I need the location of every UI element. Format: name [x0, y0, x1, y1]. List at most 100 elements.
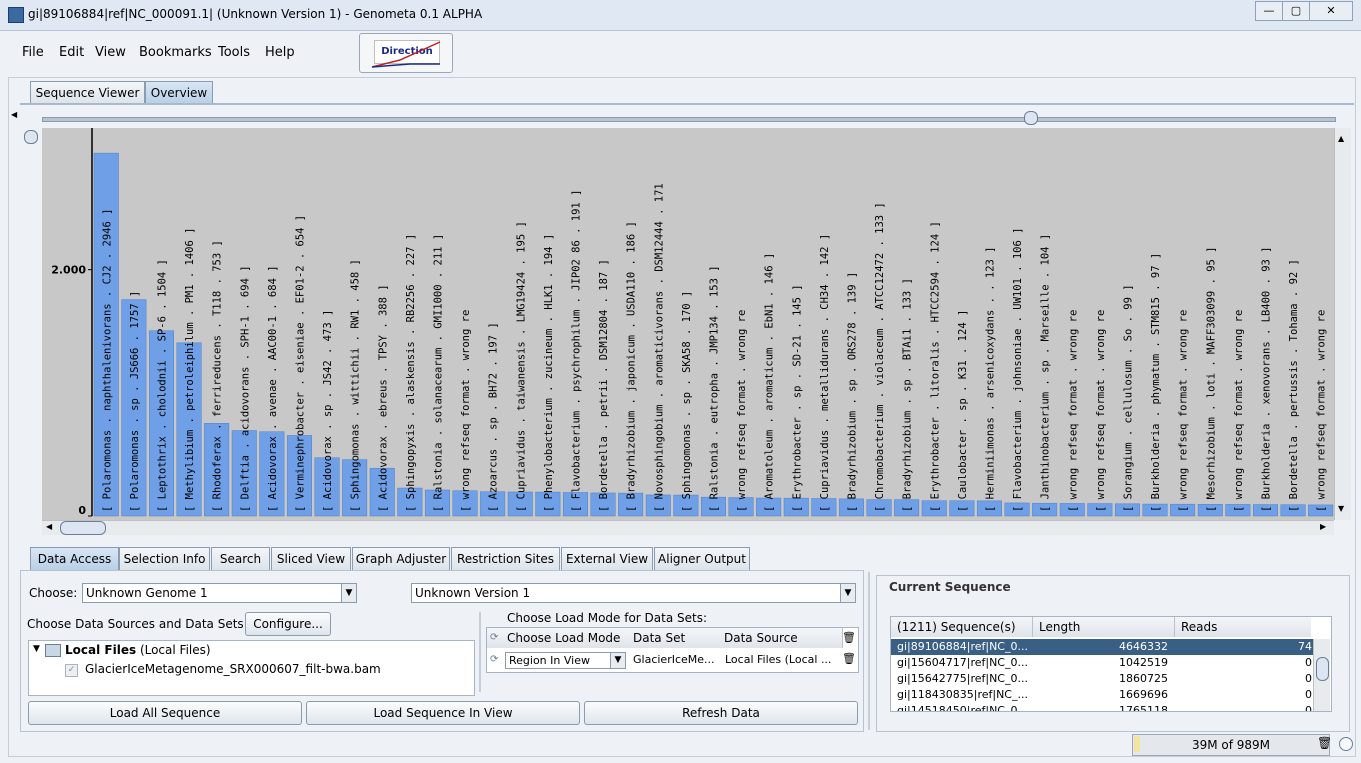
- bar-label: [ Bordetella . pertussis . Tohama . 92 ]: [1288, 259, 1300, 512]
- menu-tools[interactable]: Tools: [218, 45, 250, 60]
- direction-logo-button[interactable]: Direction: [359, 33, 453, 73]
- reads-cell: 0: [1305, 672, 1312, 685]
- bar-label: [ Aromatoleum . aromaticum . EbN1 . 146 …: [764, 253, 776, 512]
- bar-label: [ wrong refseq format . wrong re: [1316, 310, 1328, 512]
- tree-expand-icon[interactable]: ▼: [33, 644, 40, 654]
- scroll-left-icon[interactable]: ◀: [46, 522, 52, 531]
- minimize-button[interactable]: —: [1255, 1, 1283, 21]
- memory-usage-fill: [1134, 736, 1140, 752]
- zoom-slider-track[interactable]: [42, 117, 1336, 122]
- zoom-slider-thumb[interactable]: [1024, 111, 1038, 125]
- refresh-data-button[interactable]: Refresh Data: [584, 701, 858, 725]
- data-sources-label: Choose Data Sources and Data Sets:: [27, 617, 248, 631]
- bar-label: [ Ralstonia . solanacearum . GMI1000 . 2…: [432, 234, 444, 512]
- panel-divider[interactable]: [868, 572, 870, 730]
- refresh-icon: ⟳: [490, 632, 499, 643]
- trash-icon[interactable]: 🗑: [842, 631, 856, 644]
- scroll-right-icon[interactable]: ▶: [1320, 522, 1326, 531]
- bar-label: [ wrong refseq format . wrong re: [736, 310, 748, 512]
- tab-divider: [20, 103, 1354, 105]
- tree-file-item[interactable]: GlacierIceMetagenome_SRX000607_filt-bwa.…: [85, 662, 381, 676]
- bar-label: [ Azoarcus . sp . BH72 . 197 ]: [488, 322, 500, 512]
- bar-label: [ Erythrobacter . sp . SD-21 . 145 ]: [791, 284, 803, 512]
- configure-button[interactable]: Configure...: [245, 612, 331, 636]
- bar-label: [ Flavobacterium . psychrophilum . JIP02…: [570, 190, 582, 512]
- seq-cell: gi|15604717|ref|NC_0...: [897, 656, 1028, 669]
- reads-cell: 0: [1305, 688, 1312, 701]
- menu-help[interactable]: Help: [265, 45, 295, 60]
- tab-restriction-sites[interactable]: Restriction Sites: [451, 547, 560, 570]
- data-source-tree[interactable]: ▼ Local Files (Local Files) ✓ GlacierIce…: [28, 640, 475, 696]
- bar-label: [ wrong refseq format . wrong re: [1095, 310, 1107, 512]
- chart-horizontal-scrollbar[interactable]: ◀ ▶: [42, 520, 1334, 535]
- load-sequence-in-view-button[interactable]: Load Sequence In View: [306, 701, 580, 725]
- load-all-sequence-button[interactable]: Load All Sequence: [28, 701, 302, 725]
- vertical-zoom-thumb[interactable]: [24, 130, 38, 144]
- chevron-down-icon: ▼: [610, 653, 625, 668]
- tree-root-item[interactable]: Local Files (Local Files): [65, 643, 211, 657]
- bar-label: [ Rhodoferax . ferrireducens . T118 . 75…: [212, 240, 224, 512]
- chart-vertical-scrollbar[interactable]: ▲ ▼: [1334, 128, 1351, 520]
- bar-label: [ Bradyrhizobium . sp . BTAi1 . 133 ]: [902, 278, 914, 512]
- menu-file[interactable]: File: [22, 45, 44, 60]
- bar-label: [ Delftia . acidovorans . SPH-1 . 694 ]: [239, 265, 251, 512]
- tab-overview[interactable]: Overview: [145, 81, 213, 104]
- tab-sequence-viewer[interactable]: Sequence Viewer: [30, 81, 145, 104]
- table-row[interactable]: gi|15642775|ref|NC_0... 1860725 0: [891, 671, 1313, 687]
- tab-selection-info[interactable]: Selection Info: [119, 547, 210, 570]
- collapse-left-icon[interactable]: ◀: [11, 110, 17, 119]
- table-row[interactable]: gi|14518450|ref|NC_0... 1765118 0: [891, 703, 1313, 711]
- tab-search[interactable]: Search: [211, 547, 270, 570]
- table-row[interactable]: gi|89106884|ref|NC_0... 4646332 74: [891, 639, 1313, 655]
- window-controls: — ▢ ✕: [1255, 1, 1353, 21]
- genome-select[interactable]: Unknown Genome 1 ▼: [82, 583, 357, 603]
- app-icon: [8, 7, 24, 23]
- seq-cell: gi|89106884|ref|NC_0...: [897, 640, 1028, 653]
- trash-icon[interactable]: 🗑: [842, 652, 856, 665]
- tree-root-suffix: (Local Files): [139, 643, 211, 657]
- sequence-scroll-thumb[interactable]: [1316, 657, 1329, 681]
- memory-indicator[interactable]: 39M of 989M: [1132, 734, 1330, 756]
- maximize-button[interactable]: ▢: [1282, 1, 1310, 21]
- split-divider[interactable]: [479, 612, 481, 692]
- overview-chart[interactable]: 0 2.000 [ Polaromonas . naphthalenivorans …: [42, 128, 1334, 520]
- bar-label: [ Verminephrobacter . eiseniae . EF01-2 …: [294, 215, 306, 512]
- bar-label: [ Methylibium . petroleiphilum . PM1 . 1…: [184, 228, 196, 512]
- scroll-up-icon[interactable]: ▲: [1338, 134, 1344, 143]
- garbage-collect-icon[interactable]: 🗑: [1317, 736, 1332, 750]
- file-checkbox[interactable]: ✓: [65, 664, 78, 677]
- scroll-down-icon[interactable]: ▼: [1338, 504, 1344, 513]
- lm-header-set[interactable]: Data Set: [627, 628, 719, 648]
- bar-label: [ wrong refseq format . wrong re: [1178, 310, 1190, 512]
- menu-view[interactable]: View: [95, 45, 126, 60]
- bar-label: [ Acidovorax . avenae . AAC00-1 . 684 ]: [267, 265, 279, 512]
- length-cell: 4646332: [1119, 640, 1168, 653]
- seq-cell: gi|118430835|ref|NC_...: [897, 688, 1028, 701]
- lm-header-mode[interactable]: Choose Load Mode: [487, 628, 628, 648]
- load-mode-select[interactable]: Region In View ▼: [505, 652, 626, 669]
- menu-edit[interactable]: Edit: [59, 45, 84, 60]
- seq-header-name[interactable]: (1211) Sequence(s): [891, 617, 1033, 637]
- horizontal-scroll-thumb[interactable]: [60, 521, 106, 535]
- close-button[interactable]: ✕: [1309, 1, 1353, 21]
- version-select[interactable]: Unknown Version 1 ▼: [411, 583, 856, 603]
- tab-graph-adjuster[interactable]: Graph Adjuster: [352, 547, 450, 570]
- tab-external-view[interactable]: External View: [561, 547, 653, 570]
- seq-header-reads[interactable]: Reads: [1175, 617, 1311, 637]
- bar-label: [ Ralstonia . eutropha . JMP134 . 153 ]: [708, 265, 720, 512]
- reads-cell: 0: [1305, 656, 1312, 669]
- tab-sliced-view[interactable]: Sliced View: [271, 547, 351, 570]
- menu-bookmarks[interactable]: Bookmarks: [139, 45, 212, 60]
- bar-label: [ wrong refseq format . wrong re: [460, 310, 472, 512]
- chevron-down-icon: ▼: [840, 584, 855, 602]
- tab-data-access[interactable]: Data Access: [30, 547, 119, 570]
- bar-label: [ Bradyrhizobium . sp . ORS278 . 139 ]: [846, 272, 858, 512]
- bar-label: [ Flavobacterium . johnsoniae . UW101 . …: [1012, 228, 1024, 512]
- table-row[interactable]: gi|118430835|ref|NC_... 1669696 0: [891, 687, 1313, 703]
- table-row[interactable]: gi|15604717|ref|NC_0... 1042519 0: [891, 655, 1313, 671]
- bar-label: [ wrong refseq format . wrong re: [1233, 310, 1245, 512]
- lm-header-source[interactable]: Data Source: [718, 628, 843, 648]
- seq-header-length[interactable]: Length: [1033, 617, 1175, 637]
- sequence-table-scrollbar[interactable]: [1313, 639, 1330, 711]
- tab-aligner-output[interactable]: Aligner Output: [654, 547, 750, 570]
